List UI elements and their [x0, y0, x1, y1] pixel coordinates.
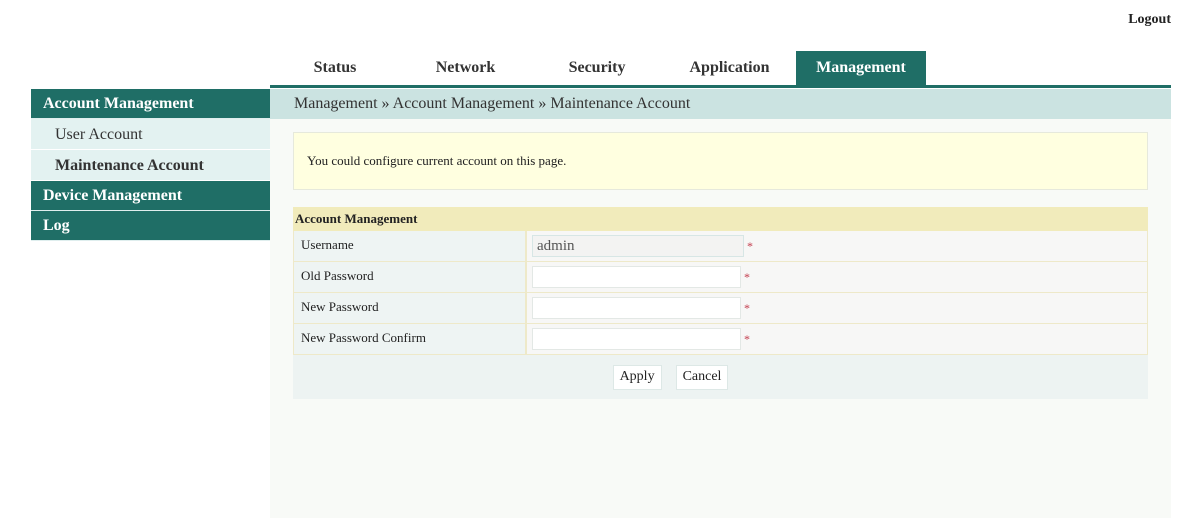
tab-security[interactable]: Security: [531, 51, 663, 85]
tab-network[interactable]: Network: [400, 51, 531, 85]
content-area: Management » Account Management » Mainte…: [270, 89, 1171, 518]
required-icon: *: [744, 300, 750, 315]
form-row-new-password-confirm: New Password Confirm *: [293, 324, 1148, 355]
form-actions: Apply Cancel: [293, 355, 1148, 399]
required-icon: *: [744, 269, 750, 284]
logout-link[interactable]: Logout: [1128, 12, 1171, 28]
sidebar-group-account-management[interactable]: Account Management: [31, 89, 270, 119]
tab-status[interactable]: Status: [270, 51, 400, 85]
sidebar-item-user-account[interactable]: User Account: [31, 119, 270, 150]
tab-application[interactable]: Application: [663, 51, 796, 85]
form-row-username: Username *: [293, 231, 1148, 262]
required-icon: *: [747, 238, 753, 253]
new-password-confirm-label: New Password Confirm: [294, 324, 527, 354]
username-field[interactable]: [532, 235, 744, 257]
new-password-field[interactable]: [532, 297, 741, 319]
username-label: Username: [294, 231, 527, 261]
new-password-confirm-field[interactable]: [532, 328, 741, 350]
breadcrumb: Management » Account Management » Mainte…: [270, 89, 1171, 119]
sidebar: Account Management User Account Maintena…: [31, 89, 270, 241]
new-password-label: New Password: [294, 293, 527, 323]
apply-button[interactable]: Apply: [612, 364, 662, 390]
sidebar-group-device-management[interactable]: Device Management: [31, 181, 270, 211]
tab-management[interactable]: Management: [796, 51, 926, 85]
old-password-label: Old Password: [294, 262, 527, 292]
top-navigation: Status Network Security Application Mana…: [270, 51, 1171, 88]
form-title: Account Management: [293, 207, 1148, 231]
form-row-old-password: Old Password *: [293, 262, 1148, 293]
account-form: Account Management Username * Old Passwo…: [293, 207, 1148, 399]
cancel-button[interactable]: Cancel: [675, 364, 729, 390]
old-password-field[interactable]: [532, 266, 741, 288]
required-icon: *: [744, 331, 750, 346]
sidebar-group-log[interactable]: Log: [31, 211, 270, 241]
sidebar-item-maintenance-account[interactable]: Maintenance Account: [31, 150, 270, 181]
form-row-new-password: New Password *: [293, 293, 1148, 324]
info-box: You could configure current account on t…: [293, 132, 1148, 190]
